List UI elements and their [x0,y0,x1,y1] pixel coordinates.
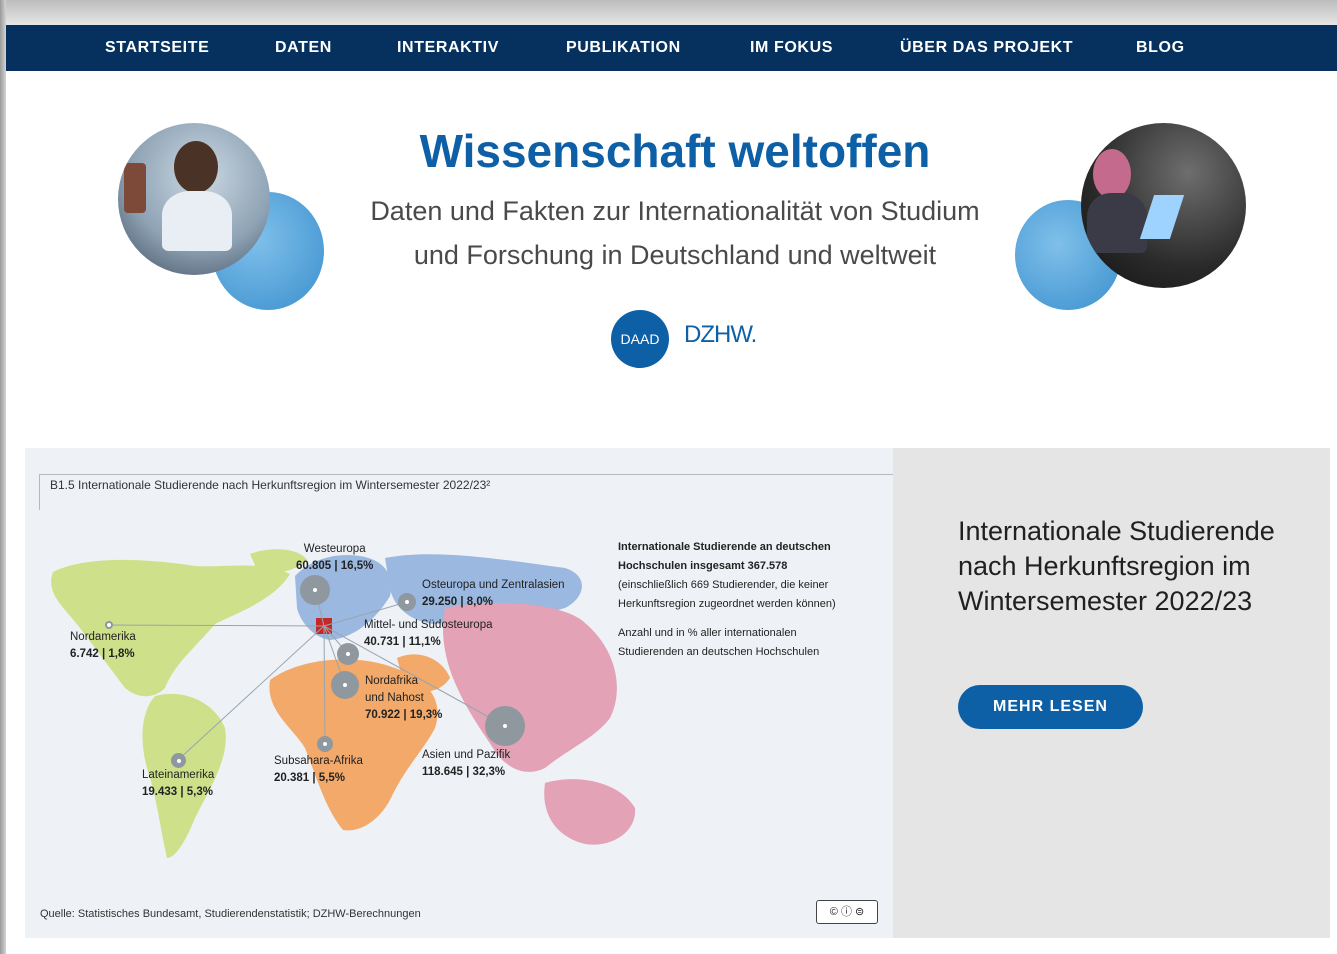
label-westeuropa: Westeuropa 60.805 | 16,5% [296,543,374,572]
cc-license-icon: © ⓘ ⊜ [816,900,878,924]
bubble-mittel-suedosteuropa [337,643,359,665]
bubble-subsahara [317,736,333,752]
nav-publikation[interactable]: PUBLIKATION [566,25,681,71]
bubble-asien-pazifik [485,706,525,746]
label-nordamerika: Nordamerika 6.742 | 1,8% [70,631,136,660]
nav-startseite[interactable]: STARTSEITE [105,25,209,71]
bubble-nordamerika [105,621,113,629]
page-subtitle-line2: und Forschung in Deutschland und weltwei… [413,240,937,270]
teaser-figure[interactable]: B1.5 Internationale Studierende nach Her… [25,448,893,938]
bubble-westeuropa [300,575,330,605]
teaser-title: Internationale Studierende nach Herkunft… [958,516,1275,616]
dzhw-logo[interactable]: DZHW. [684,321,757,349]
nav-daten[interactable]: DATEN [275,25,332,71]
world-map [51,549,636,858]
label-nordafrika-nahost: Nordafrika und Nahost 70.922 | 19,3% [365,675,443,721]
nav-ueber-das-projekt[interactable]: ÜBER DAS PROJEKT [900,25,1073,71]
figure-source: Quelle: Statistisches Bundesamt, Studier… [40,908,421,920]
nav-im-fokus[interactable]: IM FOKUS [750,25,833,71]
bubble-osteuropa [398,593,416,611]
label-subsahara: Subsahara-Afrika 20.381 | 5,5% [274,755,363,784]
nav-interaktiv[interactable]: INTERAKTIV [397,25,499,71]
bubble-nordafrika-nahost [331,671,359,699]
label-lateinamerika: Lateinamerika 19.433 | 5,3% [142,769,215,798]
browser-frame-left [0,0,6,954]
nav-blog[interactable]: BLOG [1136,25,1185,71]
page-title: Wissenschaft weltoffen [419,125,931,177]
scientist-photo [118,123,270,275]
bubble-lateinamerika [171,753,186,768]
label-mittel-suedosteuropa: Mittel- und Südosteuropa 40.731 | 11,1% [364,619,493,648]
main-navigation: STARTSEITE DATEN INTERAKTIV PUBLIKATION … [6,25,1337,71]
figure-info-text: Internationale Studierende an deutschen … [618,541,836,658]
daad-logo[interactable]: DAAD [611,310,669,368]
label-asien-pazifik: Asien und Pazifik 118.645 | 32,3% [422,749,511,778]
teaser-panel: Internationale Studierende nach Herkunft… [893,448,1330,938]
mehr-lesen-button[interactable]: MEHR LESEN [958,685,1143,729]
label-osteuropa: Osteuropa und Zentralasien 29.250 | 8,0% [422,579,565,608]
browser-frame-top [0,0,1337,25]
page-subtitle-line1: Daten und Fakten zur Internationalität v… [370,196,980,226]
student-photo [1081,123,1246,288]
